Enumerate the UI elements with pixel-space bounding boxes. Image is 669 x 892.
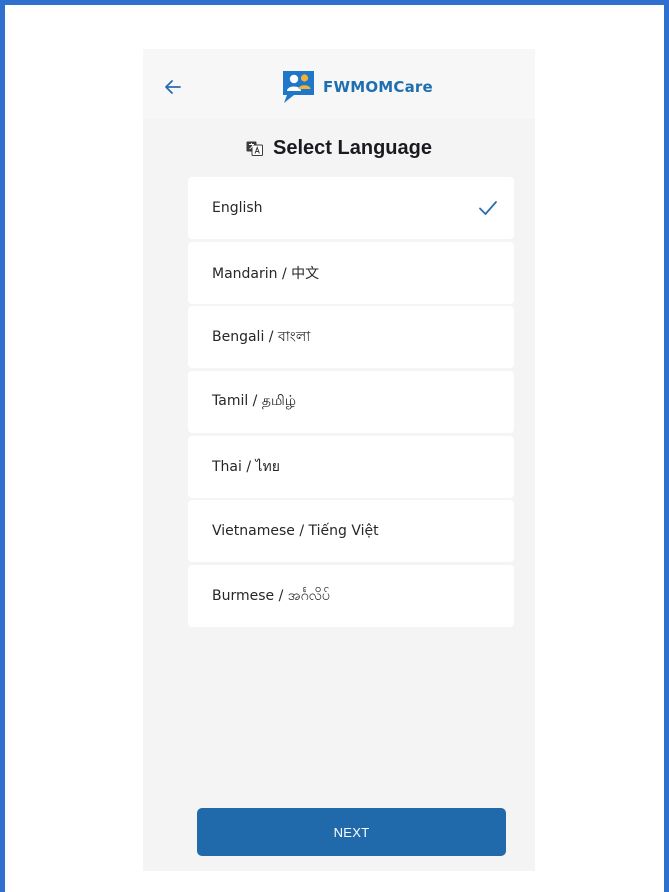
page-title-row: Select Language <box>143 133 535 163</box>
language-label: Vietnamese / Tiếng Việt <box>212 523 379 540</box>
language-option-burmese[interactable]: Burmese / အင်္ဂလိပ် <box>188 565 514 628</box>
language-option-bengali[interactable]: Bengali / বাংলা <box>188 306 514 369</box>
checkmark-icon <box>479 201 497 215</box>
next-button[interactable]: NEXT <box>197 808 506 856</box>
language-option-english[interactable]: English <box>188 177 514 239</box>
language-label: Bengali / বাংলা <box>212 329 311 346</box>
arrow-left-icon <box>165 80 181 94</box>
fwmomcare-logo-icon <box>283 71 314 103</box>
language-option-mandarin[interactable]: Mandarin / 中文 <box>188 241 514 304</box>
back-button[interactable] <box>161 75 185 99</box>
language-option-thai[interactable]: Thai / ไทย <box>188 435 514 498</box>
language-option-tamil[interactable]: Tamil / தமிழ் <box>188 371 514 434</box>
language-label: Mandarin / 中文 <box>212 265 320 282</box>
language-label: English <box>212 200 263 216</box>
screenshot-frame: FWMOMCare Select Language English Mandar… <box>0 0 669 892</box>
app-logo: FWMOMCare <box>280 67 433 107</box>
language-option-vietnamese[interactable]: Vietnamese / Tiếng Việt <box>188 500 514 563</box>
language-label: Thai / ไทย <box>212 458 280 475</box>
app-screen: FWMOMCare Select Language English Mandar… <box>143 49 535 871</box>
app-name: FWMOMCare <box>323 78 433 96</box>
language-list: English Mandarin / 中文 Bengali / বাংলা Ta… <box>188 177 514 630</box>
language-label: Tamil / தமிழ் <box>212 393 297 410</box>
language-icon <box>246 141 264 156</box>
app-header: FWMOMCare <box>143 49 535 119</box>
page-title: Select Language <box>273 136 432 159</box>
language-label: Burmese / အင်္ဂလိပ် <box>212 587 330 604</box>
